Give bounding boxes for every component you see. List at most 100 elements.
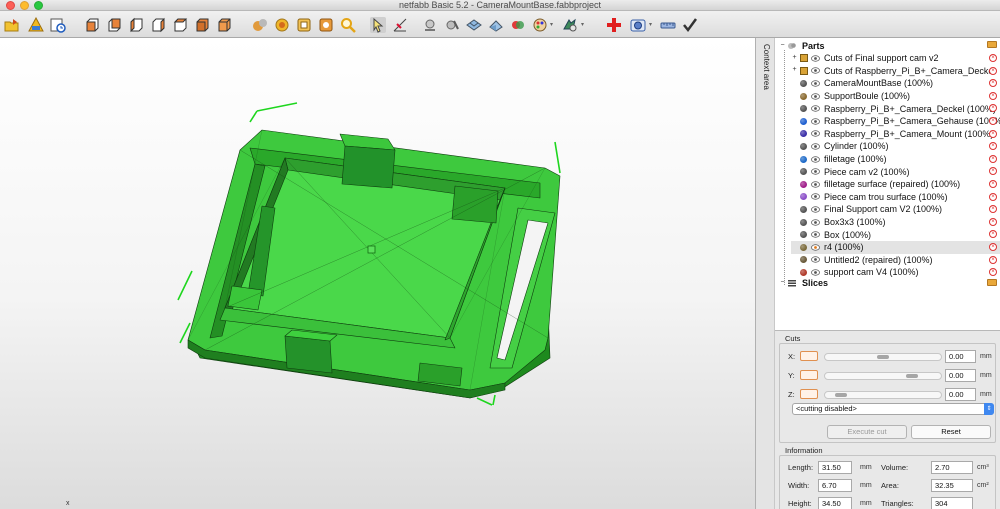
visibility-eye-icon[interactable] xyxy=(811,67,820,75)
tree-item[interactable]: + Cuts of Raspberry_Pi_B+_Camera_Deckel × xyxy=(791,65,1000,78)
part-color-icon[interactable] xyxy=(800,155,807,163)
part-color-icon[interactable] xyxy=(800,243,807,251)
execute-cut-button[interactable]: Execute cut xyxy=(827,425,907,439)
remove-part-icon[interactable]: × xyxy=(989,205,997,214)
view-left-icon[interactable] xyxy=(128,17,144,33)
part-color-icon[interactable] xyxy=(800,117,807,125)
tree-item[interactable]: filletage (100%) × xyxy=(791,153,1000,166)
visibility-eye-icon[interactable] xyxy=(811,168,820,175)
view-iso-icon[interactable] xyxy=(216,17,232,33)
remove-part-icon[interactable]: × xyxy=(989,117,997,125)
visibility-eye-icon[interactable] xyxy=(811,269,820,276)
remove-part-icon[interactable]: × xyxy=(989,91,997,100)
view-front-icon[interactable] xyxy=(84,17,100,33)
cut-y-toggle[interactable] xyxy=(800,370,818,380)
reset-button[interactable]: Reset xyxy=(911,425,991,439)
visibility-eye-icon[interactable] xyxy=(811,181,820,188)
visibility-eye-icon[interactable] xyxy=(811,206,820,213)
visibility-eye-icon[interactable] xyxy=(811,155,820,163)
zoom-icon[interactable] xyxy=(340,17,356,33)
tree-item[interactable]: Box3x3 (100%) × xyxy=(791,216,1000,229)
tree-item[interactable]: Raspberry_Pi_B+_Camera_Gehause (100%) × xyxy=(791,115,1000,128)
remove-part-icon[interactable]: × xyxy=(989,192,997,201)
folder-icon[interactable] xyxy=(987,41,997,48)
cut-x-toggle[interactable] xyxy=(800,351,818,361)
history-icon[interactable] xyxy=(50,17,66,33)
tree-root-slices[interactable]: − Slices xyxy=(779,277,828,289)
textured-icon[interactable] xyxy=(274,17,290,33)
part-color-icon[interactable] xyxy=(800,193,807,201)
part-color-icon[interactable] xyxy=(800,256,807,264)
select-arrows-icon[interactable]: ⇕ xyxy=(984,403,994,415)
remove-part-icon[interactable]: × xyxy=(989,142,997,151)
settings-icon[interactable] xyxy=(562,17,578,33)
context-area-strip[interactable]: Context area xyxy=(755,38,775,509)
visibility-eye-icon[interactable] xyxy=(811,80,820,87)
visibility-eye-icon[interactable] xyxy=(811,143,820,150)
view-back-icon[interactable] xyxy=(106,17,122,33)
tree-item[interactable]: + Cuts of Final support cam v2 × xyxy=(791,52,1000,65)
view-right-icon[interactable] xyxy=(150,17,166,33)
nesting-icon[interactable] xyxy=(466,17,482,33)
part-analysis-icon[interactable] xyxy=(422,17,438,33)
remove-part-icon[interactable]: × xyxy=(989,154,997,163)
part-color-icon[interactable] xyxy=(800,168,807,176)
cut-y-input[interactable]: 0.00 xyxy=(945,369,976,382)
tree-item[interactable]: Box (100%) × xyxy=(791,228,1000,241)
part-color-icon[interactable] xyxy=(800,268,807,276)
part-color-icon[interactable] xyxy=(800,130,807,138)
part-color-icon[interactable] xyxy=(800,142,807,150)
visibility-eye-icon[interactable] xyxy=(811,244,820,251)
tree-item[interactable]: Piece cam v2 (100%) × xyxy=(791,165,1000,178)
visibility-eye-icon[interactable] xyxy=(811,130,820,138)
wire-shaded-icon[interactable] xyxy=(318,17,334,33)
tree-item[interactable]: Cylinder (100%) × xyxy=(791,140,1000,153)
remove-part-icon[interactable]: × xyxy=(989,268,997,277)
visibility-eye-icon[interactable] xyxy=(811,105,820,112)
part-color-icon[interactable] xyxy=(800,180,807,188)
wireframe-icon[interactable] xyxy=(296,17,312,33)
part-color-icon[interactable] xyxy=(800,105,807,113)
remove-part-icon[interactable]: × xyxy=(989,255,997,264)
tree-item[interactable]: filletage surface (repaired) (100%) × xyxy=(791,178,1000,191)
ruler-icon[interactable] xyxy=(660,17,676,33)
pivot-marker[interactable] xyxy=(367,245,376,254)
parts-tree[interactable]: − Parts + Cuts of Final support cam v2 × + C… xyxy=(775,38,1000,331)
palette-dropdown-icon[interactable]: ▾ xyxy=(550,22,556,28)
visibility-eye-icon[interactable] xyxy=(811,55,820,62)
shaded-icon[interactable] xyxy=(252,17,268,33)
visibility-eye-icon[interactable] xyxy=(811,218,820,226)
add-part-icon[interactable] xyxy=(606,17,622,33)
tree-item[interactable]: Final Support cam V2 (100%) × xyxy=(791,203,1000,216)
tree-item[interactable]: Piece cam trou surface (100%) × xyxy=(791,191,1000,204)
tree-item[interactable]: Untitled2 (repaired) (100%) × xyxy=(791,254,1000,267)
part-color-icon[interactable] xyxy=(800,92,807,100)
slice-icon[interactable] xyxy=(444,17,460,33)
tree-item[interactable]: r4 (100%) × xyxy=(791,241,1000,254)
slider-thumb[interactable] xyxy=(906,374,919,378)
visibility-eye-icon[interactable] xyxy=(811,118,820,125)
tree-item[interactable]: Raspberry_Pi_B+_Camera_Mount (100%) × xyxy=(791,128,1000,141)
tree-item[interactable]: SupportBoule (100%) × xyxy=(791,90,1000,103)
remove-part-icon[interactable]: × xyxy=(989,167,997,176)
colors-icon[interactable] xyxy=(510,17,526,33)
visibility-eye-icon[interactable] xyxy=(811,193,820,201)
slider-thumb[interactable] xyxy=(835,393,848,397)
visibility-eye-icon[interactable] xyxy=(811,92,820,100)
part-color-icon[interactable] xyxy=(800,79,807,87)
part-color-icon[interactable] xyxy=(800,218,807,226)
visibility-eye-icon[interactable] xyxy=(811,231,820,238)
remove-part-icon[interactable]: × xyxy=(989,79,997,88)
palette-icon[interactable] xyxy=(532,17,548,33)
cut-x-input[interactable]: 0.00 xyxy=(945,350,976,363)
collapse-icon[interactable]: − xyxy=(779,42,786,50)
cutting-mode-select[interactable]: <cutting disabled> ⇕ xyxy=(792,403,994,415)
3d-viewport[interactable]: x xyxy=(0,38,755,509)
repair-icon[interactable] xyxy=(28,17,44,33)
folder-icon[interactable] xyxy=(987,279,997,286)
expand-icon[interactable]: + xyxy=(791,54,798,62)
remove-part-icon[interactable]: × xyxy=(989,129,997,138)
slider-thumb[interactable] xyxy=(877,355,889,359)
remove-part-icon[interactable]: × xyxy=(989,217,997,226)
open-icon[interactable] xyxy=(4,17,20,33)
